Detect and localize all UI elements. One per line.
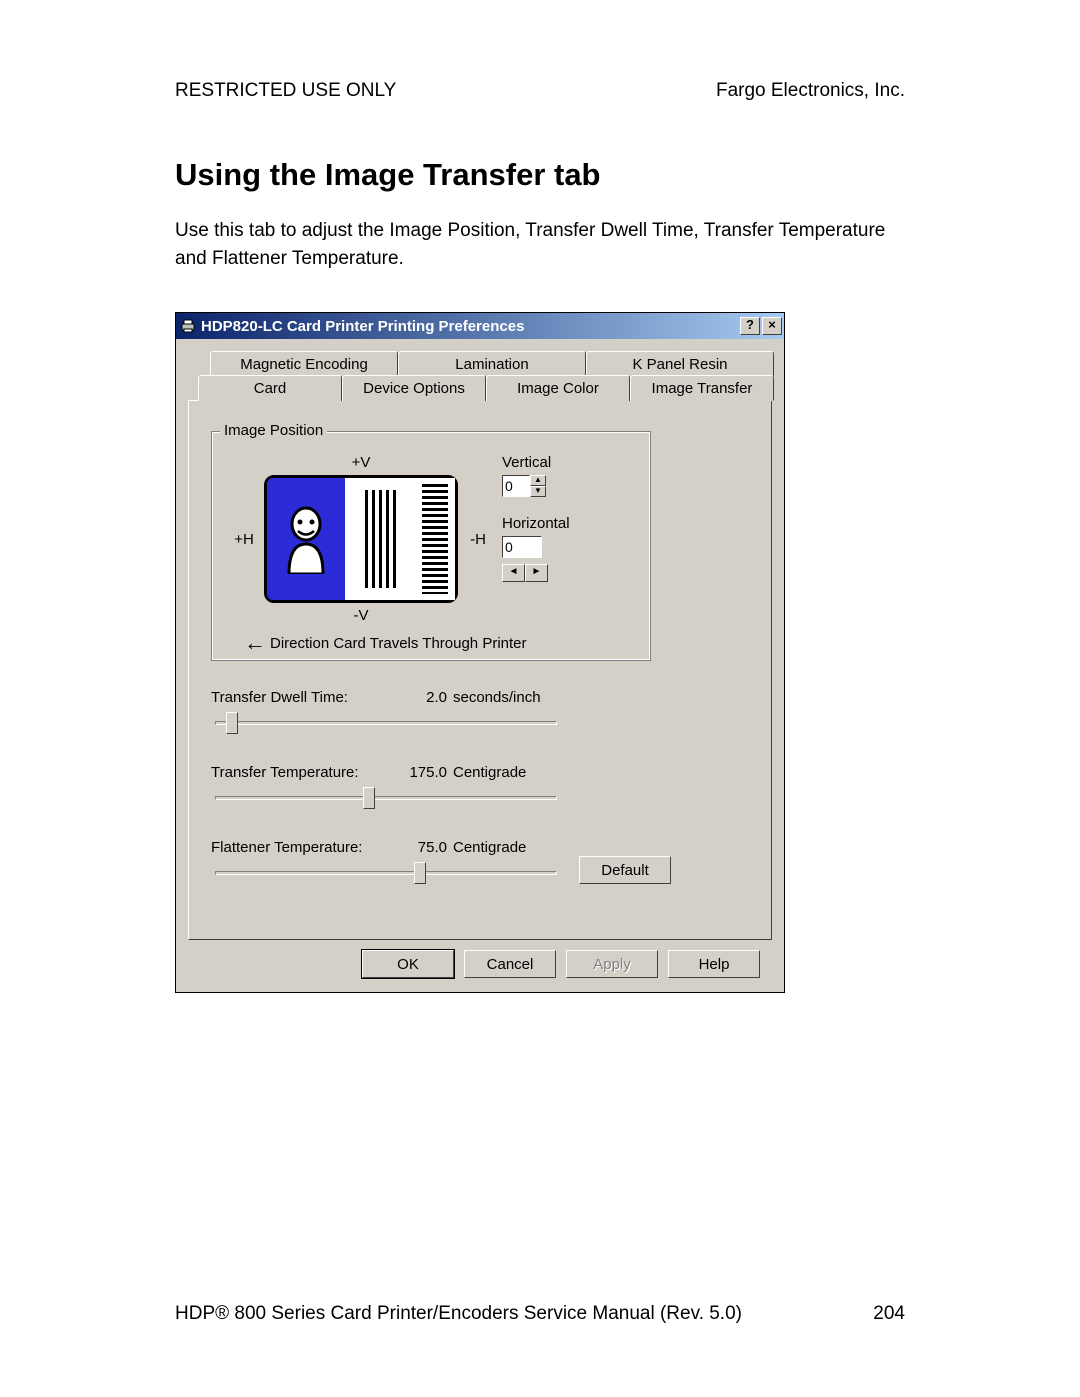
transfer-temp-block: Transfer Temperature: 175.0 Centigrade: [211, 764, 561, 811]
apply-button[interactable]: Apply: [566, 950, 658, 978]
direction-text: Direction Card Travels Through Printer: [270, 635, 527, 652]
flattener-temp-value: 75.0: [407, 839, 447, 856]
vertical-label: Vertical: [502, 454, 570, 471]
titlebar: HDP820-LC Card Printer Printing Preferen…: [176, 313, 784, 339]
dwell-time-block: Transfer Dwell Time: 2.0 seconds/inch: [211, 689, 561, 736]
minus-h-label: -H: [468, 531, 488, 548]
tab-card[interactable]: Card: [198, 375, 342, 401]
barcode-icon: [422, 484, 448, 594]
left-arrow-icon: ←: [244, 630, 266, 656]
close-title-button[interactable]: ×: [762, 317, 782, 335]
flattener-temp-block: Flattener Temperature: 75.0 Centigrade: [211, 839, 561, 886]
plus-v-label: +V: [226, 454, 496, 471]
vertical-up-button[interactable]: ▲: [530, 475, 546, 486]
tab-panel-image-transfer: Image Position +V +H: [188, 400, 772, 940]
cancel-button[interactable]: Cancel: [464, 950, 556, 978]
scroll-right-button[interactable]: ►: [525, 564, 548, 582]
body-text: Use this tab to adjust the Image Positio…: [175, 217, 905, 272]
dialog-title: HDP820-LC Card Printer Printing Preferen…: [201, 318, 740, 335]
vertical-input[interactable]: [502, 475, 530, 497]
tab-device-options[interactable]: Device Options: [342, 375, 486, 401]
dwell-label: Transfer Dwell Time:: [211, 689, 401, 706]
transfer-temp-label: Transfer Temperature:: [211, 764, 401, 781]
footer-right: 204: [873, 1303, 905, 1325]
header-right: Fargo Electronics, Inc.: [716, 80, 905, 102]
card-illustration: [264, 475, 458, 603]
transfer-temp-slider[interactable]: [215, 785, 557, 811]
flattener-temp-slider[interactable]: [215, 860, 557, 886]
dwell-slider[interactable]: [215, 710, 557, 736]
printer-icon: [180, 318, 196, 334]
ok-button[interactable]: OK: [362, 950, 454, 978]
tab-image-transfer[interactable]: Image Transfer: [630, 375, 774, 401]
minus-v-label: -V: [226, 607, 496, 624]
image-position-group: Image Position +V +H: [211, 431, 651, 661]
help-title-button[interactable]: ?: [740, 317, 760, 335]
tab-k-panel-resin[interactable]: K Panel Resin: [586, 351, 774, 376]
scroll-left-button[interactable]: ◄: [502, 564, 525, 582]
vertical-down-button[interactable]: ▼: [530, 486, 546, 497]
page-title: Using the Image Transfer tab: [175, 157, 905, 193]
dwell-value: 2.0: [407, 689, 447, 706]
flattener-temp-label: Flattener Temperature:: [211, 839, 401, 856]
footer-left: HDP® 800 Series Card Printer/Encoders Se…: [175, 1303, 742, 1325]
default-button[interactable]: Default: [579, 856, 671, 884]
dwell-unit: seconds/inch: [453, 689, 541, 706]
tab-lamination[interactable]: Lamination: [398, 351, 586, 376]
header-left: RESTRICTED USE ONLY: [175, 80, 396, 102]
help-button[interactable]: Help: [668, 950, 760, 978]
horizontal-input[interactable]: [502, 536, 542, 558]
transfer-temp-value: 175.0: [407, 764, 447, 781]
preferences-dialog: HDP820-LC Card Printer Printing Preferen…: [175, 312, 785, 993]
plus-h-label: +H: [234, 531, 254, 548]
card-portrait-icon: [267, 478, 345, 600]
horizontal-label: Horizontal: [502, 515, 570, 532]
image-position-legend: Image Position: [220, 422, 327, 439]
flattener-temp-unit: Centigrade: [453, 839, 526, 856]
tab-image-color[interactable]: Image Color: [486, 375, 630, 401]
horizontal-scroll[interactable]: ◄ ►: [502, 564, 548, 582]
tab-magnetic-encoding[interactable]: Magnetic Encoding: [210, 351, 398, 376]
transfer-temp-unit: Centigrade: [453, 764, 526, 781]
